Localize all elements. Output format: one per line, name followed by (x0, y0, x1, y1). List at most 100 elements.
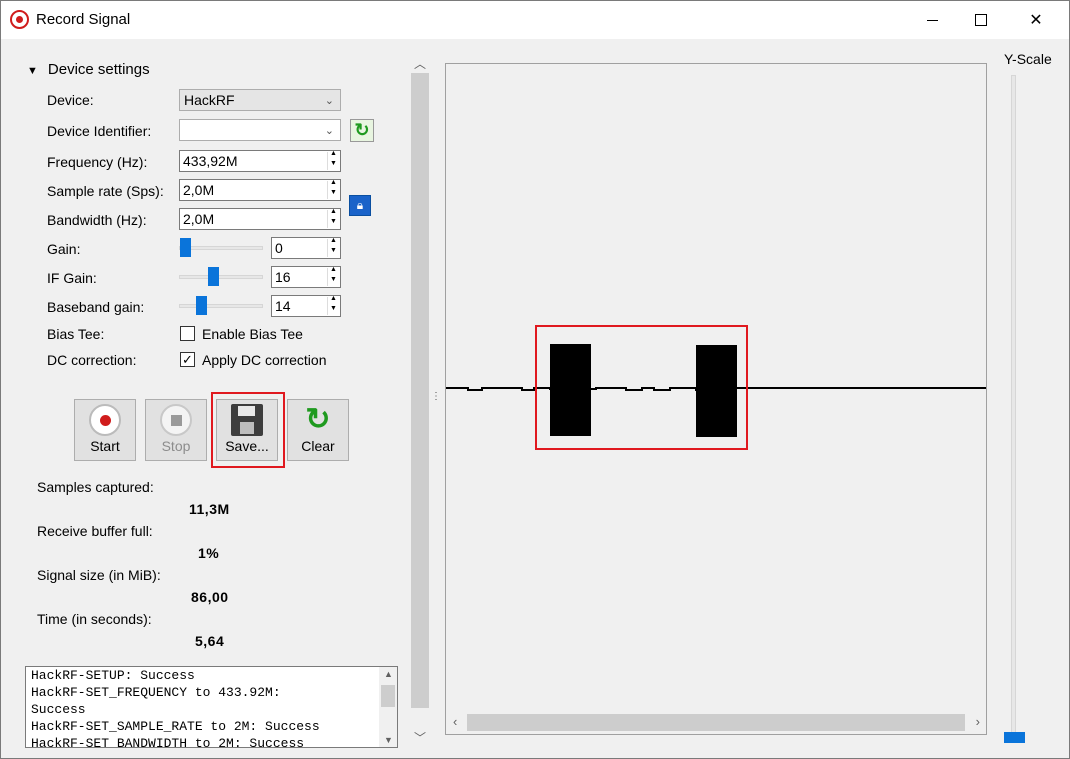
baseband-gain-value: 14 (275, 298, 291, 314)
spin-arrows-icon[interactable] (327, 266, 339, 286)
baseband-gain-slider-track[interactable] (179, 304, 263, 308)
start-button-label: Start (90, 438, 120, 454)
chevron-down-icon[interactable]: ﹀ (414, 729, 426, 746)
collapse-triangle-icon: ▼ (27, 65, 38, 77)
maximize-button[interactable] (958, 1, 1004, 39)
stop-button-label: Stop (161, 438, 191, 454)
scroll-down-icon[interactable]: ▼ (384, 735, 393, 745)
bias-tee-checkbox-label[interactable]: Enable Bias Tee (202, 326, 303, 342)
stop-button[interactable]: Stop (145, 399, 207, 461)
gain-slider-handle[interactable] (180, 238, 191, 257)
left-panel: ▼ Device settings Device: HackRF ⌄ Device… (1, 39, 405, 759)
if-gain-slider-track[interactable] (179, 275, 263, 279)
scroll-up-icon[interactable]: ▲ (384, 669, 393, 679)
if-gain-slider-handle[interactable] (208, 267, 219, 286)
gain-slider-track[interactable] (179, 246, 263, 250)
bias-tee-checkbox[interactable] (180, 326, 195, 341)
frequency-spinbox[interactable]: 433,92M (179, 150, 341, 172)
signal-highlight (535, 325, 748, 450)
bandwidth-label: Bandwidth (Hz): (47, 212, 147, 228)
chevron-right-icon[interactable]: › (976, 714, 980, 729)
dc-correction-label: DC correction: (47, 352, 137, 368)
checkmark-icon: ✓ (182, 352, 193, 367)
clear-button[interactable]: ↻ Clear (287, 399, 349, 461)
y-scale-label: Y-Scale (1004, 51, 1052, 67)
frequency-value: 433,92M (183, 153, 238, 169)
maximize-icon (975, 14, 987, 26)
gain-value: 0 (275, 240, 283, 256)
chevron-down-icon: ⌄ (324, 95, 334, 107)
sample-rate-label: Sample rate (Sps): (47, 183, 164, 199)
close-button[interactable]: ✕ (1013, 1, 1059, 39)
bias-tee-label: Bias Tee: (47, 326, 105, 342)
dc-correction-checkbox[interactable]: ✓ (180, 352, 195, 367)
left-panel-scrollbar[interactable]: ︿ ﹀ (410, 51, 430, 746)
record-icon (89, 404, 121, 436)
sample-rate-spinbox[interactable]: 2,0M (179, 179, 341, 201)
if-gain-label: IF Gain: (47, 270, 97, 286)
signal-size-value: 86,00 (191, 589, 229, 605)
sample-rate-value: 2,0M (183, 182, 215, 198)
lock-icon: 🔒︎ (356, 198, 364, 212)
device-identifier-label: Device Identifier: (47, 123, 152, 139)
log-line: Success (31, 702, 86, 717)
close-icon: ✕ (1029, 12, 1043, 29)
left-panel-scrollbar-thumb[interactable] (411, 73, 429, 708)
record-signal-window: Record Signal ✕ ▼ Device settings Device:… (0, 0, 1070, 759)
gain-label: Gain: (47, 241, 81, 257)
window-title: Record Signal (36, 11, 131, 28)
plot-horizontal-scrollbar[interactable]: ‹ › (447, 712, 986, 733)
start-button[interactable]: Start (74, 399, 136, 461)
minimize-button[interactable] (909, 1, 955, 39)
samples-captured-label: Samples captured: (37, 479, 154, 495)
log-textbox[interactable]: HackRF-SETUP: Success HackRF-SET_FREQUEN… (25, 666, 398, 748)
log-line: HackRF-SET_BANDWIDTH to 2M: Success (31, 736, 305, 748)
baseband-gain-slider-handle[interactable] (196, 296, 207, 315)
if-gain-value: 16 (275, 269, 291, 285)
log-scrollbar[interactable]: ▲ ▼ (379, 667, 397, 747)
dc-correction-checkbox-label[interactable]: Apply DC correction (202, 352, 327, 368)
receive-buffer-label: Receive buffer full: (37, 523, 153, 539)
device-label: Device: (47, 92, 94, 108)
clear-button-label: Clear (301, 438, 335, 454)
spin-arrows-icon[interactable] (327, 150, 339, 170)
plot-scrollbar-thumb[interactable] (467, 714, 965, 731)
baseband-gain-spinbox[interactable]: 14 (271, 295, 341, 317)
device-select[interactable]: HackRF ⌄ (179, 89, 341, 111)
time-label: Time (in seconds): (37, 611, 152, 627)
chevron-up-icon[interactable]: ︿ (414, 55, 426, 72)
time-value: 5,64 (195, 633, 225, 649)
device-settings-header[interactable]: ▼ Device settings (27, 61, 150, 78)
spin-arrows-icon[interactable] (327, 237, 339, 257)
spin-arrows-icon[interactable] (327, 295, 339, 315)
bandwidth-spinbox[interactable]: 2,0M (179, 208, 341, 230)
log-line: HackRF-SET_FREQUENCY to 433.92M: (31, 685, 281, 700)
log-scrollbar-thumb[interactable] (381, 685, 395, 707)
record-icon (10, 10, 29, 29)
bandwidth-value: 2,0M (183, 211, 215, 227)
refresh-icon: ↻ (354, 120, 370, 140)
spin-arrows-icon[interactable] (327, 179, 339, 199)
y-scale-slider-track[interactable] (1011, 75, 1016, 743)
log-line: HackRF-SETUP: Success (31, 668, 195, 683)
splitter-handle[interactable]: ⋮ (431, 391, 441, 402)
spin-arrows-icon[interactable] (327, 208, 339, 228)
chevron-down-icon: ⌄ (324, 125, 334, 137)
refresh-devices-button[interactable]: ↻ (350, 119, 374, 142)
minimize-icon (926, 19, 938, 21)
receive-buffer-value: 1% (198, 545, 220, 561)
chevron-left-icon[interactable]: ‹ (453, 714, 457, 729)
save-button-highlight (211, 392, 285, 468)
lock-bandwidth-button[interactable]: 🔒︎ (349, 195, 371, 216)
device-settings-title: Device settings (47, 61, 150, 78)
y-scale-slider-handle[interactable] (1004, 732, 1025, 743)
frequency-label: Frequency (Hz): (47, 154, 148, 170)
title-bar: Record Signal ✕ (1, 1, 1069, 39)
log-line: HackRF-SET_SAMPLE_RATE to 2M: Success (31, 719, 320, 734)
device-identifier-select[interactable]: ⌄ (179, 119, 341, 141)
if-gain-spinbox[interactable]: 16 (271, 266, 341, 288)
device-select-value: HackRF (184, 92, 235, 108)
gain-spinbox[interactable]: 0 (271, 237, 341, 259)
refresh-icon: ↻ (305, 403, 331, 436)
signal-size-label: Signal size (in MiB): (37, 567, 161, 583)
